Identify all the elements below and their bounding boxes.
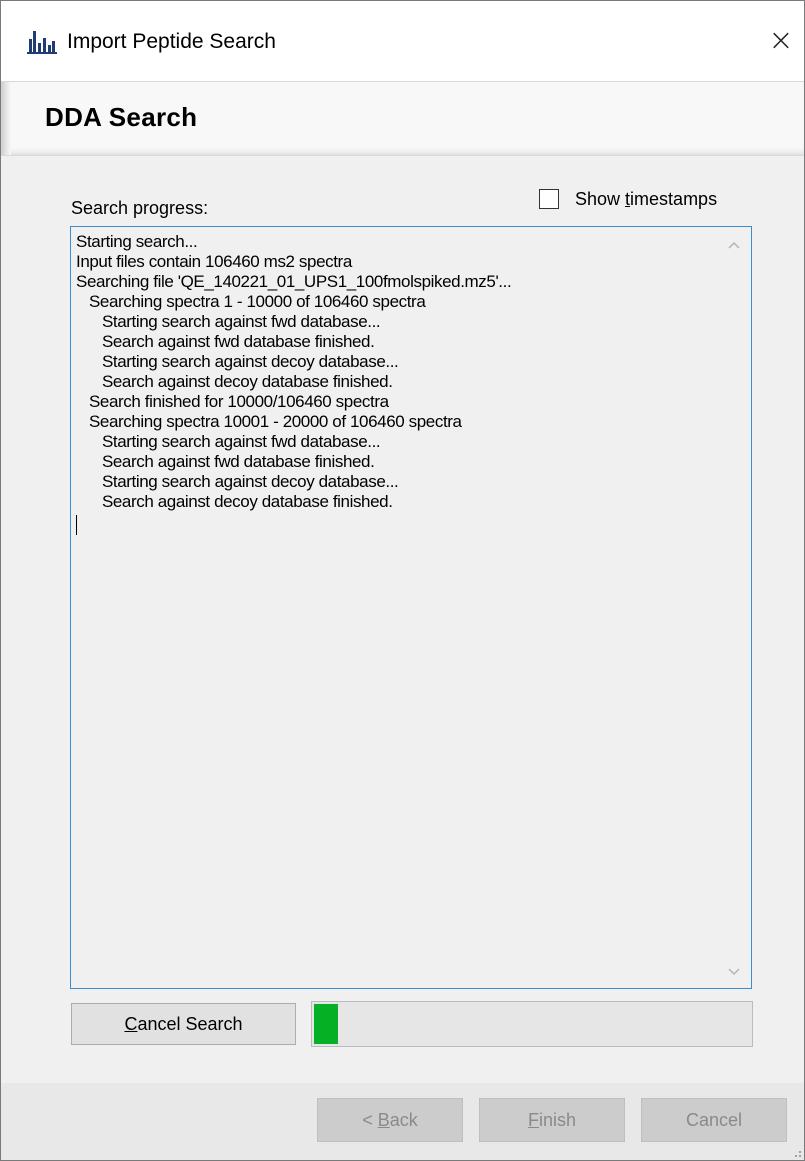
log-line: Searching spectra 10001 - 20000 of 10646… bbox=[76, 412, 462, 431]
page-title: DDA Search bbox=[45, 102, 198, 132]
search-log-textbox[interactable]: Starting search... Input files contain 10… bbox=[70, 226, 752, 989]
log-line: Starting search against decoy database..… bbox=[76, 472, 399, 491]
log-scrollbar[interactable] bbox=[717, 227, 751, 988]
window-title: Import Peptide Search bbox=[67, 30, 276, 53]
log-line: Search finished for 10000/106460 spectra bbox=[76, 392, 389, 411]
header-accent bbox=[1, 82, 11, 155]
back-button[interactable]: < Back bbox=[317, 1098, 463, 1142]
close-icon: × bbox=[768, 23, 794, 58]
log-line: Input files contain 106460 ms2 spectra bbox=[76, 252, 352, 271]
log-line: Search against fwd database finished. bbox=[76, 332, 375, 351]
progress-bar-fill bbox=[314, 1004, 338, 1044]
log-line: Starting search against fwd database... bbox=[76, 432, 381, 451]
show-timestamps-checkbox[interactable] bbox=[539, 189, 559, 209]
title-bar: Import Peptide Search × bbox=[1, 1, 804, 81]
finish-button[interactable]: Finish bbox=[479, 1098, 625, 1142]
chevron-up-icon bbox=[728, 241, 740, 249]
resize-grip-icon[interactable] bbox=[790, 1146, 802, 1158]
wizard-footer: < Back Finish Cancel bbox=[1, 1083, 804, 1160]
search-log-text: Starting search... Input files contain 10… bbox=[76, 232, 716, 535]
text-caret bbox=[76, 515, 77, 535]
search-progress-label: Search progress: bbox=[71, 198, 209, 218]
wizard-header: DDA Search bbox=[1, 81, 804, 156]
log-line: Starting search against fwd database... bbox=[76, 312, 381, 331]
log-line: Searching file 'QE_140221_01_UPS1_100fmo… bbox=[76, 272, 512, 291]
log-line: Search against decoy database finished. bbox=[76, 372, 393, 391]
search-progress-bar bbox=[311, 1001, 753, 1047]
log-line: Search against decoy database finished. bbox=[76, 492, 393, 511]
chevron-down-icon bbox=[728, 968, 740, 976]
skyline-peak-icon bbox=[27, 31, 57, 54]
log-line: Starting search against decoy database..… bbox=[76, 352, 399, 371]
scroll-down-button[interactable] bbox=[717, 954, 751, 988]
log-line: Searching spectra 1 - 10000 of 106460 sp… bbox=[76, 292, 426, 311]
show-timestamps-label[interactable]: Show timestamps bbox=[575, 188, 717, 210]
import-peptide-search-dialog: Import Peptide Search × DDA Search Searc… bbox=[0, 0, 805, 1161]
scroll-up-button[interactable] bbox=[717, 227, 751, 261]
log-line: Search against fwd database finished. bbox=[76, 452, 375, 471]
log-line: Starting search... bbox=[76, 232, 198, 251]
cancel-search-button[interactable]: Cancel Search bbox=[71, 1003, 296, 1045]
close-button[interactable]: × bbox=[759, 19, 803, 63]
cancel-button[interactable]: Cancel bbox=[641, 1098, 787, 1142]
